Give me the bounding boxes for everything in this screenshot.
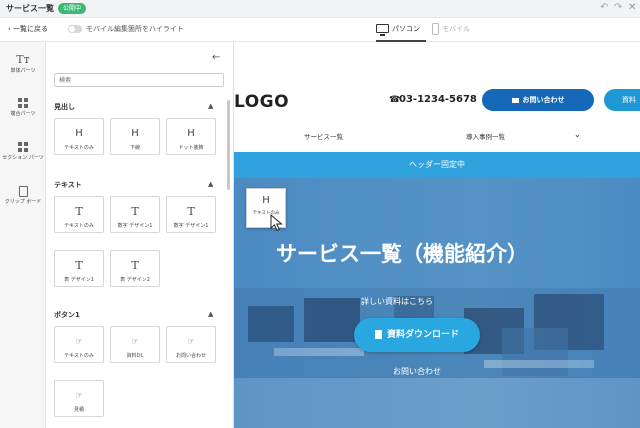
rail-label: セクション パーツ [2, 155, 44, 161]
chevron-up-icon[interactable]: ▲ [208, 180, 213, 188]
rail-item-single-parts[interactable]: Tт 単体パーツ [0, 50, 46, 86]
part-label: 見積 [73, 407, 84, 413]
part-label: 表 デザイン2 [120, 277, 150, 283]
part-card[interactable]: ☞ 見積 [54, 380, 104, 417]
part-label: テキストのみ [64, 223, 94, 229]
text-icon: T [187, 205, 195, 218]
part-card[interactable]: ☞ お問い合わせ [166, 326, 216, 363]
part-card[interactable]: ☞ 資料DL [110, 326, 160, 363]
view-pc-label: パソコン [392, 25, 420, 33]
section-title: 見出し [54, 103, 75, 111]
part-card[interactable]: T 表 デザイン1 [54, 250, 104, 287]
view-mobile-tab[interactable]: モバイル [432, 18, 474, 42]
site-logo[interactable]: LOGO [234, 92, 289, 112]
part-label: 資料DL [126, 353, 144, 359]
section-title: ボタン1 [54, 311, 80, 319]
contact-button[interactable]: お問い合わせ [482, 89, 594, 111]
title-bar: サービス一覧 公開中 ↶ ↷ ✕ [0, 0, 640, 18]
button-icon: ☞ [131, 337, 139, 346]
parts-panel: ← 見出し ▲ H テキストのみ H 下線 H ドット装飾 テキスト ▲ T テキストの… [46, 42, 234, 428]
grid-icon [17, 98, 29, 109]
heading-icon: H [75, 128, 83, 139]
back-label: 一覧に戻る [13, 25, 49, 33]
status-badge: 公開中 [58, 3, 87, 14]
part-label: テキストのみ [64, 145, 94, 151]
phone-number[interactable]: 03-1234-5678 [399, 94, 477, 105]
part-card[interactable]: T テキストのみ [54, 196, 104, 233]
rail-label: 複合パーツ [10, 111, 36, 117]
editor-app: サービス一覧 公開中 ↶ ↷ ✕ ‹ 一覧に戻る モバイル編集箇所をハイライト … [0, 0, 640, 428]
rail-item-clipboard[interactable]: クリップ ボード [0, 182, 46, 218]
back-to-list-link[interactable]: ‹ 一覧に戻る [8, 24, 48, 34]
part-label: 下線 [129, 145, 140, 151]
smartphone-icon [432, 23, 439, 35]
document-icon [374, 330, 382, 339]
panel-scrollbar[interactable] [227, 100, 230, 190]
text-icon: T [131, 205, 139, 218]
text-icon: T [75, 259, 83, 272]
part-card[interactable]: T 数字 デザイン1 [166, 196, 216, 233]
heading-icon: H [131, 128, 139, 139]
part-card[interactable]: H 下線 [110, 118, 160, 155]
mouse-cursor-icon [270, 214, 283, 232]
close-icon[interactable]: ✕ [628, 2, 636, 13]
editor-toolbar: ‹ 一覧に戻る モバイル編集箇所をハイライト パソコン モバイル [0, 18, 640, 42]
clipboard-icon [18, 186, 28, 197]
chevron-up-icon[interactable]: ▲ [208, 310, 213, 318]
document-button-label: 資料 [622, 96, 636, 104]
part-label: お問い合わせ [175, 353, 206, 359]
chevron-up-icon[interactable]: ▲ [208, 102, 213, 110]
part-card[interactable]: H ドット装飾 [166, 118, 216, 155]
search-input[interactable] [54, 73, 224, 87]
rail-item-section-parts[interactable]: セクション パーツ [0, 138, 46, 174]
text-icon: T [131, 259, 139, 272]
mail-icon [511, 97, 519, 103]
part-label: 数字 デザイン1 [117, 223, 153, 229]
undo-icon[interactable]: ↶ [600, 2, 608, 13]
part-label: テキストのみ [64, 353, 94, 359]
text-parts-icon: Tт [16, 53, 30, 66]
part-label: 表 デザイン1 [64, 277, 94, 283]
rail-label: 単体パーツ [10, 68, 36, 74]
monitor-icon [376, 24, 389, 36]
hero-subtext[interactable]: 詳しい資料はこちら [234, 296, 560, 307]
heading-icon: H [262, 195, 270, 206]
hero-title[interactable]: サービス一覧（機能紹介） [276, 238, 576, 268]
part-card[interactable]: H テキストのみ [54, 118, 104, 155]
hero-section[interactable]: サービス一覧（機能紹介） 詳しい資料はこちら 資料ダウンロード お問い合わせ [234, 178, 640, 428]
download-button-label: 資料ダウンロード [386, 330, 459, 340]
arrow-left-icon[interactable]: ← [212, 52, 220, 63]
redo-icon[interactable]: ↷ [614, 2, 622, 13]
document-button[interactable]: 資料 [604, 89, 640, 111]
view-mobile-label: モバイル [442, 25, 470, 33]
rail-item-composite-parts[interactable]: 複合パーツ [0, 94, 46, 130]
parts-category-rail: Tт 単体パーツ 複合パーツ セクション パーツ クリップ ボード [0, 42, 46, 428]
button-icon: ☞ [75, 391, 83, 400]
button-icon: ☞ [187, 337, 195, 346]
part-card[interactable]: T 表 デザイン2 [110, 250, 160, 287]
part-label: ドット装飾 [178, 145, 204, 151]
part-card[interactable]: T 数字 デザイン1 [110, 196, 160, 233]
nav-link-cases[interactable]: 導入事例一覧 [466, 131, 505, 141]
contact-button-label: お問い合わせ [522, 96, 565, 104]
highlight-toggle-label: モバイル編集箇所をハイライト [86, 25, 184, 33]
button-icon: ☞ [75, 337, 83, 346]
text-icon: T [75, 205, 83, 218]
chevron-down-icon[interactable]: ⌄ [574, 130, 581, 139]
part-label: 数字 デザイン1 [173, 223, 209, 229]
rail-label: クリップ ボード [4, 199, 42, 205]
highlight-toggle[interactable] [68, 25, 82, 33]
page-title: サービス一覧 [6, 4, 54, 13]
hero-contact-link[interactable]: お問い合わせ [234, 366, 600, 377]
section-title: テキスト [54, 181, 82, 189]
grid-icon [17, 142, 29, 153]
part-card[interactable]: ☞ テキストのみ [54, 326, 104, 363]
page-preview-canvas[interactable]: LOGO ☎ 03-1234-5678 お問い合わせ 資料 サービス一覧 導入事… [234, 42, 640, 428]
download-button[interactable]: 資料ダウンロード [354, 318, 480, 352]
nav-link-services[interactable]: サービス一覧 [304, 131, 343, 141]
view-pc-tab[interactable]: パソコン [376, 18, 426, 42]
fixed-header-bar: ヘッダー固定中 [234, 152, 640, 178]
heading-icon: H [187, 128, 195, 139]
